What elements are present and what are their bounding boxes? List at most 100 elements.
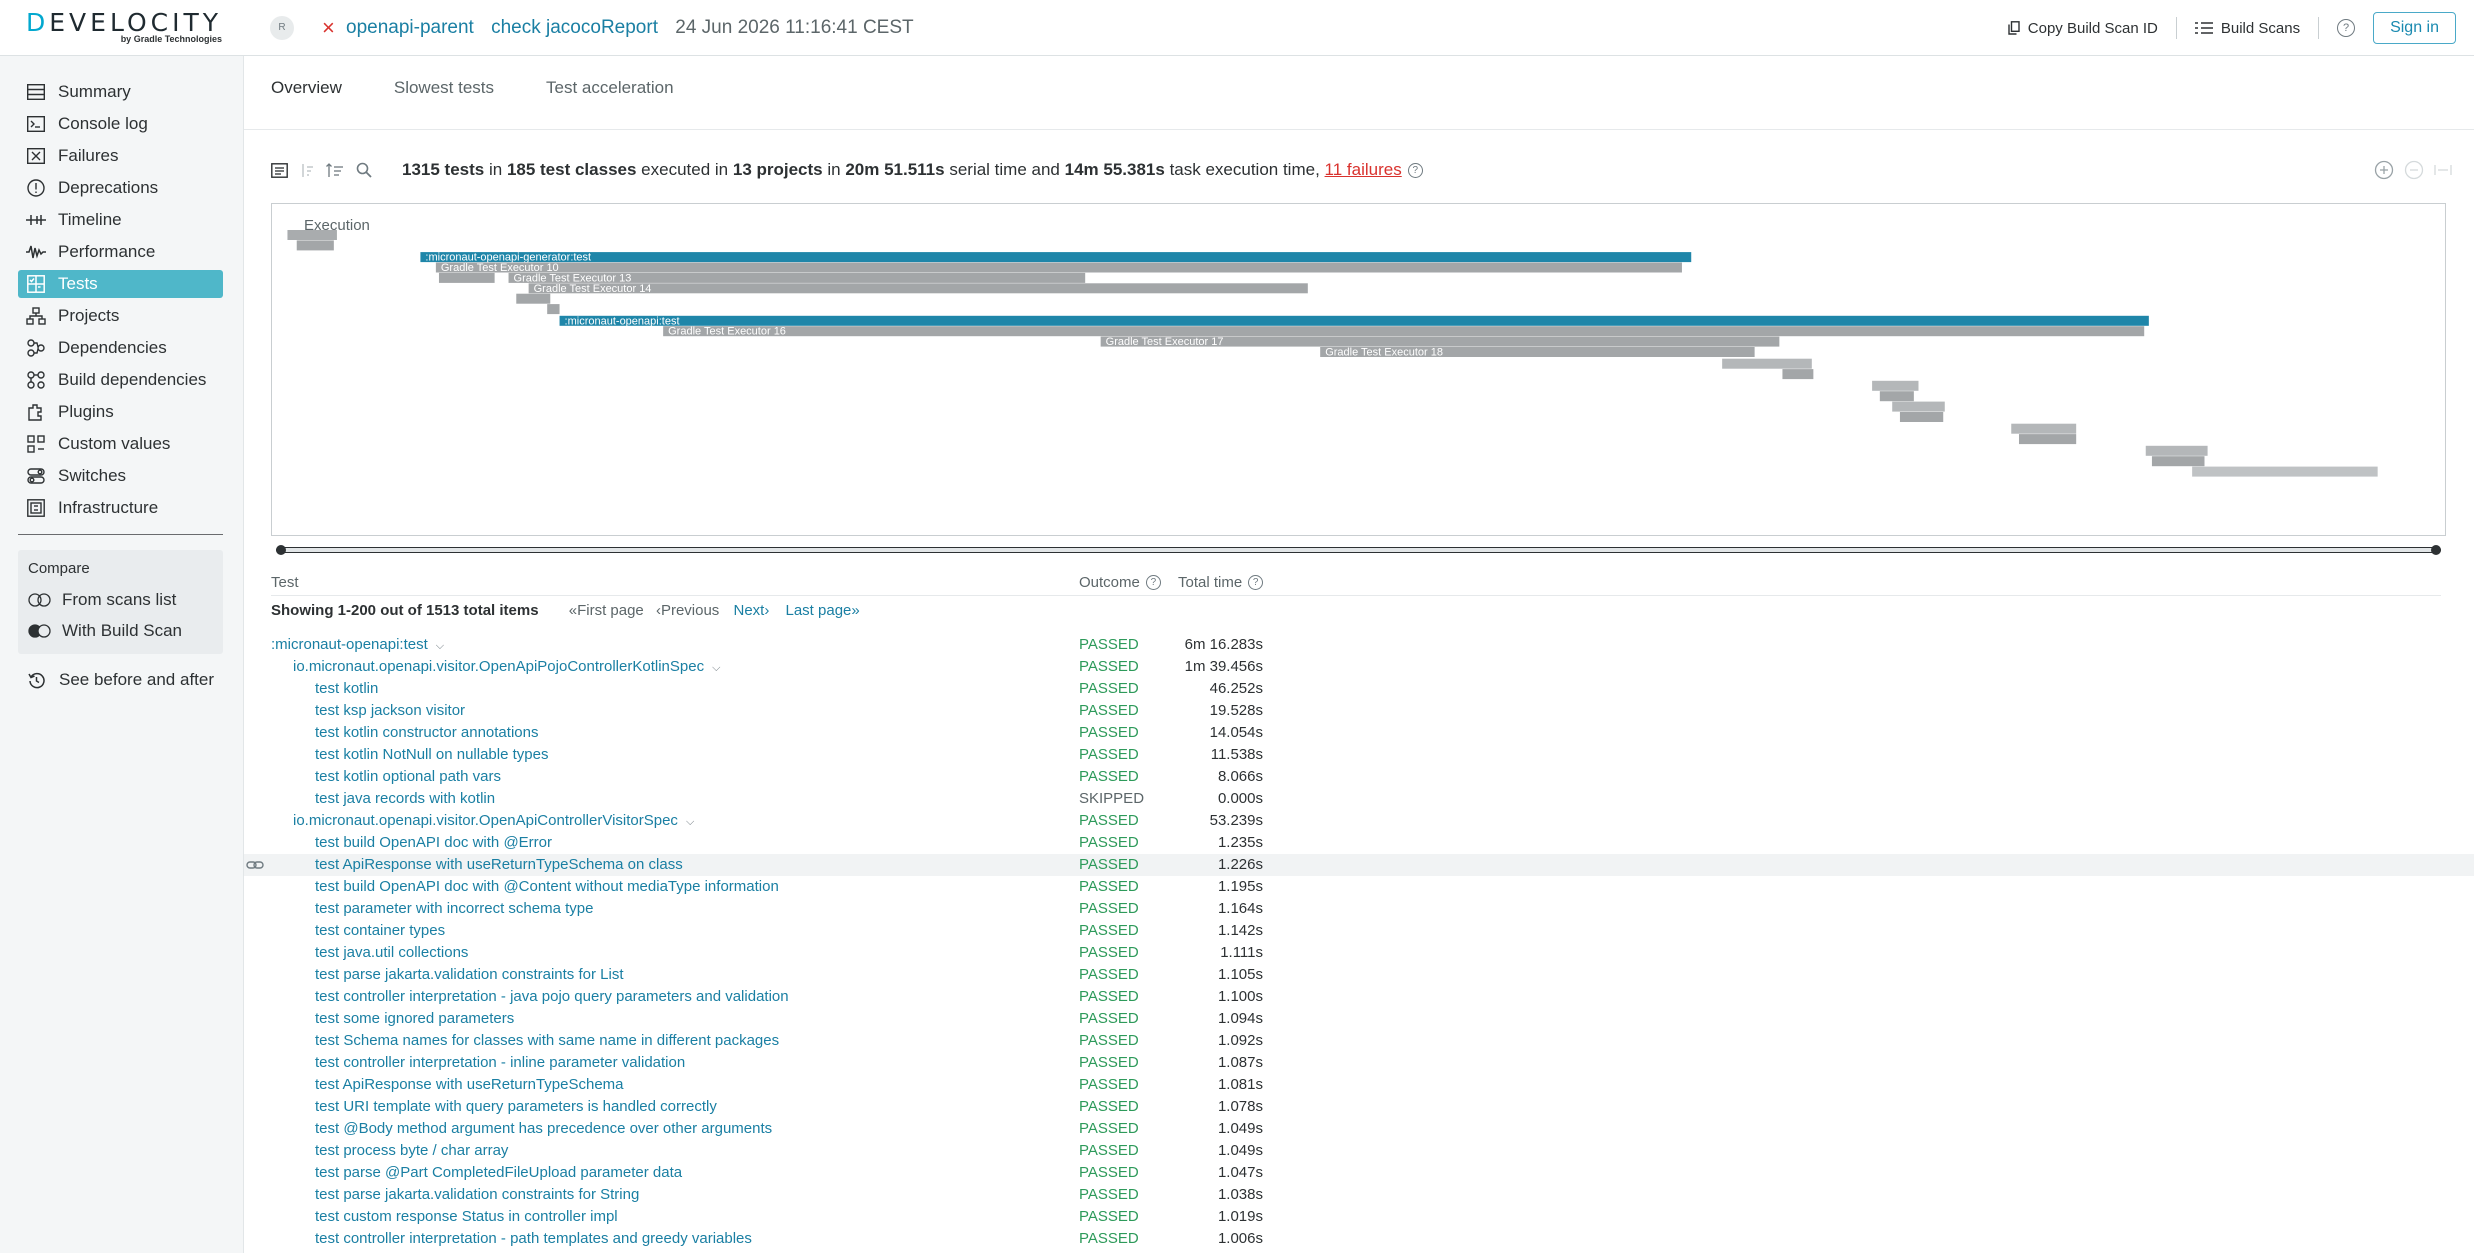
sort-icon[interactable] (300, 163, 314, 178)
test-name-link[interactable]: test build OpenAPI doc with @Content wit… (315, 878, 779, 895)
timeline-range-slider[interactable] (276, 545, 2441, 555)
sort-by-time-icon[interactable] (326, 162, 344, 178)
timeline-executor-bar[interactable] (2018, 434, 2077, 445)
next-page-link[interactable]: Next› (733, 602, 769, 619)
table-row[interactable]: io.micronaut.openapi.visitor.OpenApiCont… (244, 810, 2474, 832)
test-class-link[interactable]: io.micronaut.openapi.visitor.OpenApiCont… (293, 812, 694, 829)
zoom-out-icon[interactable] (2404, 160, 2424, 180)
column-header-test[interactable]: Test (271, 574, 299, 591)
test-name-link[interactable]: test URI template with query parameters … (315, 1098, 717, 1115)
sidebar-item-tests[interactable]: Tests (18, 270, 223, 298)
help-icon[interactable]: ? (2337, 19, 2356, 37)
permalink-icon[interactable] (246, 858, 264, 875)
slider-left-handle[interactable] (276, 545, 286, 555)
table-row[interactable]: test container types PASSED 1.142s (244, 920, 2474, 942)
sidebar-item-summary[interactable]: Summary (18, 78, 223, 106)
timeline-executor-bar[interactable] (1899, 412, 1944, 422)
zoom-in-icon[interactable] (2374, 160, 2394, 180)
table-row[interactable]: test controller interpretation - path te… (244, 1228, 2474, 1250)
last-page-link[interactable]: Last page» (786, 602, 860, 619)
build-scans-button[interactable]: Build Scans (2194, 20, 2300, 37)
slider-right-handle[interactable] (2431, 545, 2441, 555)
chevron-down-icon[interactable]: ⌵ (712, 662, 720, 674)
test-class-link[interactable]: io.micronaut.openapi.visitor.OpenApiPojo… (293, 658, 720, 675)
sidebar-item-console-log[interactable]: Console log (18, 110, 223, 138)
test-name-link[interactable]: test @Body method argument has precedenc… (315, 1120, 772, 1137)
test-name-link[interactable]: test build OpenAPI doc with @Error (315, 834, 552, 851)
sidebar-item-dependencies[interactable]: Dependencies (18, 334, 223, 362)
sidebar-item-plugins[interactable]: Plugins (18, 398, 223, 426)
test-name-link[interactable]: test ApiResponse with useReturnTypeSchem… (315, 1076, 624, 1093)
chevron-down-icon[interactable]: ⌵ (436, 640, 444, 652)
timeline-task-bar[interactable] (559, 315, 2149, 326)
user-avatar[interactable]: R (270, 16, 294, 40)
test-name-link[interactable]: test java.util collections (315, 944, 468, 961)
test-name-link[interactable]: test controller interpretation - inline … (315, 1054, 685, 1071)
table-row[interactable]: test some ignored parameters PASSED 1.094s (244, 1008, 2474, 1030)
sign-in-button[interactable]: Sign in (2373, 12, 2456, 44)
table-row[interactable]: test parse jakarta.validation constraint… (244, 964, 2474, 986)
see-before-and-after-link[interactable]: See before and after (28, 670, 214, 690)
table-row[interactable]: test controller interpretation - inline … (244, 1052, 2474, 1074)
table-row[interactable]: test parse @Part CompletedFileUpload par… (244, 1162, 2474, 1184)
previous-page-link[interactable]: ‹Previous (656, 602, 719, 619)
failures-link[interactable]: 11 failures (1325, 160, 1402, 180)
sidebar-item-build-dependencies[interactable]: Build dependencies (18, 366, 223, 394)
table-row[interactable]: test Schema names for classes with same … (244, 1030, 2474, 1052)
search-icon[interactable] (356, 162, 372, 178)
table-row[interactable]: :micronaut-openapi:test ⌵ PASSED 6m 16.283s (244, 634, 2474, 656)
sidebar-item-infrastructure[interactable]: Infrastructure (18, 494, 223, 522)
test-name-link[interactable]: test controller interpretation - java po… (315, 988, 789, 1005)
test-name-link[interactable]: test container types (315, 922, 445, 939)
table-row[interactable]: test parse jakarta.validation constraint… (244, 1184, 2474, 1206)
table-row[interactable]: test build OpenAPI doc with @Content wit… (244, 876, 2474, 898)
tab-overview[interactable]: Overview (271, 78, 342, 108)
timeline-executor-bar[interactable] (1892, 401, 1945, 412)
timeline-executor-bar[interactable] (2192, 466, 2378, 477)
slider-track[interactable] (276, 547, 2441, 553)
sidebar-item-switches[interactable]: Switches (18, 462, 223, 490)
chevron-down-icon[interactable]: ⌵ (686, 816, 694, 828)
compare-from-scans-list[interactable]: From scans list (28, 590, 176, 610)
test-name-link[interactable]: test parse jakarta.validation constraint… (315, 1186, 639, 1203)
test-name-link[interactable]: test Schema names for classes with same … (315, 1032, 779, 1049)
test-name-link[interactable]: test process byte / char array (315, 1142, 508, 1159)
test-name-link[interactable]: test parameter with incorrect schema typ… (315, 900, 593, 917)
sidebar-item-failures[interactable]: Failures (18, 142, 223, 170)
timeline-executor-bar[interactable] (435, 262, 1682, 273)
table-row[interactable]: test kotlin PASSED 46.252s (244, 678, 2474, 700)
table-row[interactable]: test controller interpretation - java po… (244, 986, 2474, 1008)
total-time-help-icon[interactable]: ? (1248, 575, 1264, 590)
timeline-executor-bar[interactable] (2151, 456, 2205, 467)
test-name-link[interactable]: test controller interpretation - path te… (315, 1230, 752, 1247)
table-row[interactable]: test ksp jackson visitor PASSED 19.528s (244, 700, 2474, 722)
test-name-link[interactable]: test some ignored parameters (315, 1010, 514, 1027)
sidebar-item-deprecations[interactable]: Deprecations (18, 174, 223, 202)
test-name-link[interactable]: test java records with kotlin (315, 790, 495, 807)
table-row[interactable]: test kotlin optional path vars PASSED 8.06… (244, 766, 2474, 788)
timeline-executor-bar[interactable] (1782, 369, 1814, 380)
copy-build-scan-id-button[interactable]: Copy Build Scan ID (2008, 20, 2158, 37)
sidebar-item-timeline[interactable]: Timeline (18, 206, 223, 234)
task-name-link[interactable]: :micronaut-openapi:test ⌵ (271, 636, 444, 653)
develocity-logo[interactable]: DEVELOCITY by Gradle Technologies (26, 10, 222, 45)
timeline-task-bar[interactable] (420, 252, 1692, 263)
table-row[interactable]: test kotlin NotNull on nullable types PAS… (244, 744, 2474, 766)
test-name-link[interactable]: test kotlin NotNull on nullable types (315, 746, 548, 763)
table-row[interactable]: io.micronaut.openapi.visitor.OpenApiPojo… (244, 656, 2474, 678)
table-row[interactable]: test java.util collections PASSED 1.111s (244, 942, 2474, 964)
timeline-executor-bar[interactable] (2011, 423, 2077, 434)
timeline-executor-bar[interactable] (438, 272, 495, 283)
info-icon[interactable]: ? (1407, 162, 1423, 178)
timeline-executor-bar[interactable] (1722, 358, 1812, 369)
project-link[interactable]: openapi-parent (346, 17, 474, 38)
first-page-link[interactable]: «First page (569, 602, 644, 619)
column-header-total-time[interactable]: Total time? (1178, 574, 1264, 591)
test-name-link[interactable]: test kotlin optional path vars (315, 768, 501, 785)
test-name-link[interactable]: test ApiResponse with useReturnTypeSchem… (315, 856, 683, 873)
table-row[interactable]: test kotlin constructor annotations PASSE… (244, 722, 2474, 744)
test-name-link[interactable]: test kotlin constructor annotations (315, 724, 538, 741)
table-row[interactable]: test java records with kotlin SKIPPED 0.00… (244, 788, 2474, 810)
tab-test-acceleration[interactable]: Test acceleration (546, 78, 674, 108)
table-row[interactable]: test URI template with query parameters … (244, 1096, 2474, 1118)
